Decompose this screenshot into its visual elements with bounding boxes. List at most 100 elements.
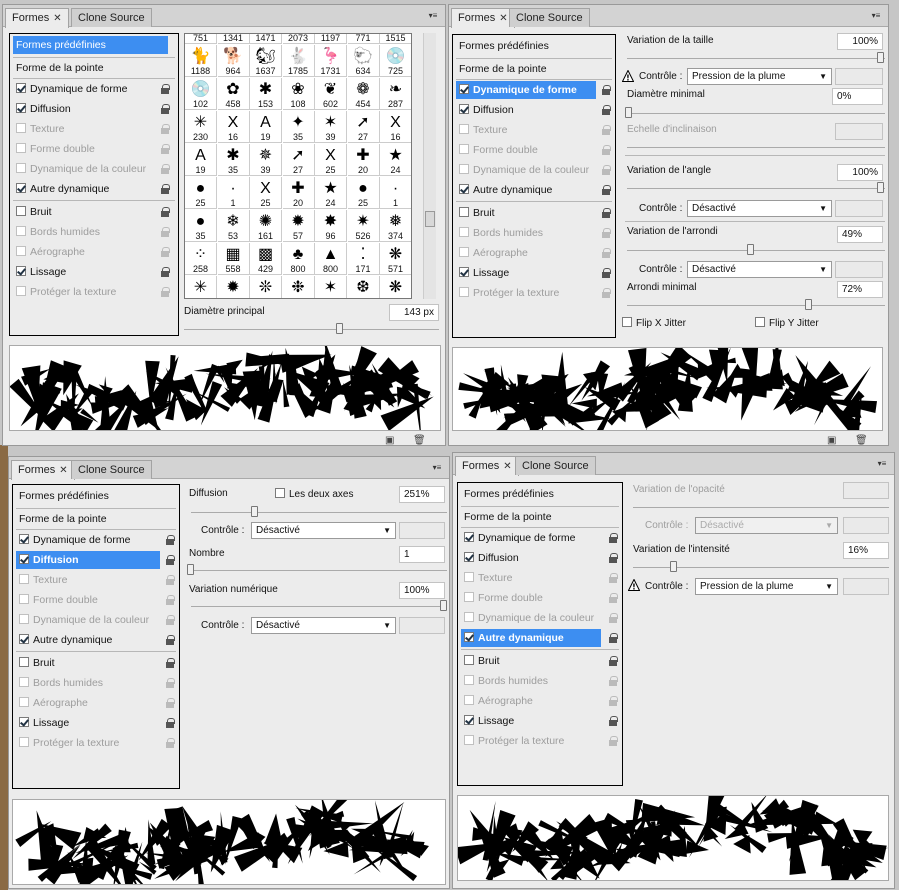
brush-preset-cell[interactable]: ❉598 xyxy=(283,276,315,298)
brush-preset-cell[interactable]: ➚ 27 xyxy=(282,144,315,176)
close-icon[interactable]: ✕ xyxy=(503,461,511,472)
brush-preset-cell[interactable]: 🐇 1785 xyxy=(282,45,315,77)
list-item-presets[interactable]: Formes prédéfinies xyxy=(456,37,549,55)
scatter-control-select[interactable]: Désactivé ▼ xyxy=(251,522,396,539)
brush-preset-cell[interactable]: ❄ 53 xyxy=(217,210,250,242)
brush-preset-cell[interactable]: ⁘ 258 xyxy=(185,243,217,275)
brush-preset-cell[interactable]: · 1 xyxy=(217,177,250,209)
size-jitter-slider-thumb[interactable] xyxy=(877,52,884,63)
scatter-fade-input[interactable] xyxy=(399,522,445,539)
scatter-input[interactable]: 251% xyxy=(399,486,445,503)
list-item-smoothing[interactable]: Lissage xyxy=(13,263,66,281)
checkbox[interactable] xyxy=(459,207,469,217)
brush-preset-cell[interactable]: ▩ 429 xyxy=(250,243,282,275)
brush-preset-cell[interactable]: ❋ 571 xyxy=(380,243,411,275)
both-axes-checkbox[interactable]: Les deux axes xyxy=(275,488,354,500)
brush-preset-cell[interactable]: ✿ 458 xyxy=(217,78,250,110)
list-item-scattering[interactable]: Diffusion xyxy=(456,101,514,119)
brush-preset-cell[interactable]: ✶ 39 xyxy=(315,111,347,143)
opacity-fade-input[interactable] xyxy=(843,517,889,534)
tab-clone-source[interactable]: Clone Source xyxy=(515,456,596,475)
lock-icon[interactable] xyxy=(608,676,618,686)
count-fade-input[interactable] xyxy=(399,617,445,634)
list-item-presets[interactable]: Formes prédéfinies xyxy=(13,36,168,54)
count-jitter-slider-thumb[interactable] xyxy=(440,600,447,611)
trash-icon[interactable]: 🗑 xyxy=(855,435,868,445)
brush-preset-cell[interactable]: ✚ 20 xyxy=(282,177,315,209)
checkbox[interactable] xyxy=(19,657,29,667)
lock-icon[interactable] xyxy=(165,555,175,565)
lock-icon[interactable] xyxy=(608,696,618,706)
checkbox[interactable] xyxy=(16,83,26,93)
list-item-noise[interactable]: Bruit xyxy=(16,654,55,672)
list-item-dual-brush[interactable]: Forme double xyxy=(16,591,98,609)
min-diameter-input[interactable]: 0% xyxy=(832,88,883,105)
brush-preset-cell[interactable]: 💿 102 xyxy=(185,78,217,110)
brush-preset-cell[interactable]: ● 35 xyxy=(185,210,217,242)
checkbox[interactable] xyxy=(19,594,29,604)
panel-menu-icon[interactable]: ▾≡ xyxy=(429,462,445,474)
list-item-noise[interactable]: Bruit xyxy=(456,204,495,222)
lock-icon[interactable] xyxy=(601,165,611,175)
brush-preset-cell[interactable]: ✳ 230 xyxy=(185,111,217,143)
brush-preset-cell[interactable]: ⁚ 171 xyxy=(347,243,380,275)
brush-preset-cell[interactable]: · 1 xyxy=(380,177,411,209)
flow-jitter-slider-thumb[interactable] xyxy=(670,561,677,572)
list-item-texture[interactable]: Texture xyxy=(456,121,507,139)
size-jitter-slider-track[interactable] xyxy=(627,58,885,59)
checkbox[interactable] xyxy=(464,655,474,665)
lock-icon[interactable] xyxy=(160,267,170,277)
checkbox[interactable] xyxy=(459,144,469,154)
tilt-scale-slider-track[interactable] xyxy=(627,147,885,148)
checkbox[interactable] xyxy=(275,488,285,498)
lock-icon[interactable] xyxy=(165,615,175,625)
opacity-jitter-input[interactable] xyxy=(843,482,889,499)
checkbox[interactable] xyxy=(19,574,29,584)
lock-icon[interactable] xyxy=(160,247,170,257)
lock-icon[interactable] xyxy=(165,595,175,605)
roundness-fade-input[interactable] xyxy=(835,261,883,278)
brush-preset-cell[interactable]: 1197 xyxy=(315,34,347,44)
checkbox[interactable] xyxy=(16,226,26,236)
diameter-input[interactable]: 143 px xyxy=(389,304,439,321)
checkbox[interactable] xyxy=(459,164,469,174)
lock-icon[interactable] xyxy=(165,635,175,645)
tab-formes[interactable]: Formes ✕ xyxy=(451,8,515,28)
brush-preset-cell[interactable]: 1515 xyxy=(380,34,411,44)
lock-icon[interactable] xyxy=(165,678,175,688)
tab-formes[interactable]: Formes ✕ xyxy=(11,460,75,480)
lock-icon[interactable] xyxy=(601,85,611,95)
list-item-shape-dynamics[interactable]: Dynamique de forme xyxy=(456,81,596,99)
min-roundness-slider-thumb[interactable] xyxy=(805,299,812,310)
opacity-control-select[interactable]: Désactivé ▼ xyxy=(695,517,838,534)
count-control-select[interactable]: Désactivé ▼ xyxy=(251,617,396,634)
brush-preset-cell[interactable]: X 16 xyxy=(217,111,250,143)
list-item-wet-edges[interactable]: Bords humides xyxy=(16,674,103,692)
list-item-airbrush[interactable]: Aérographe xyxy=(461,692,533,710)
checkbox[interactable] xyxy=(16,163,26,173)
list-item-texture[interactable]: Texture xyxy=(13,120,64,138)
checkbox[interactable] xyxy=(19,554,29,564)
lock-icon[interactable] xyxy=(608,573,618,583)
list-item-brush-tip[interactable]: Forme de la pointe xyxy=(456,60,547,78)
list-item-other-dynamics[interactable]: Autre dynamique xyxy=(16,631,112,649)
lock-icon[interactable] xyxy=(160,124,170,134)
checkbox[interactable] xyxy=(16,286,26,296)
checkbox[interactable] xyxy=(464,612,474,622)
lock-icon[interactable] xyxy=(601,125,611,135)
list-item-protect-texture[interactable]: Protéger la texture xyxy=(13,283,116,301)
lock-icon[interactable] xyxy=(608,656,618,666)
close-icon[interactable]: ✕ xyxy=(53,13,61,24)
trash-icon[interactable]: 🗑 xyxy=(413,435,426,445)
flip-y-checkbox[interactable]: Flip Y Jitter xyxy=(755,317,819,329)
lock-icon[interactable] xyxy=(165,535,175,545)
diameter-slider-track[interactable] xyxy=(184,329,439,330)
lock-icon[interactable] xyxy=(160,164,170,174)
checkbox[interactable] xyxy=(622,317,632,327)
checkbox[interactable] xyxy=(16,206,26,216)
brush-preset-cell[interactable]: ❊552 xyxy=(250,276,282,298)
checkbox[interactable] xyxy=(19,717,29,727)
panel-menu-icon[interactable]: ▾≡ xyxy=(874,458,890,470)
brush-preset-cell[interactable]: ❋206 xyxy=(380,276,411,298)
lock-icon[interactable] xyxy=(601,185,611,195)
